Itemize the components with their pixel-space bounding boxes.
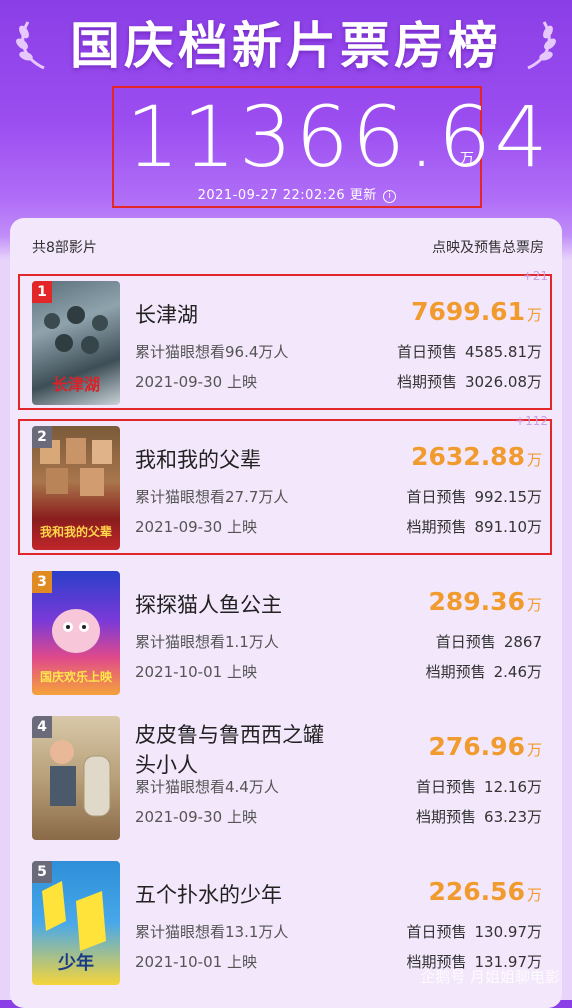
ranking-list: 共8部影片 点映及预售总票房 1 长津湖 长津湖 累计猫眼想看96.4万人 20… bbox=[10, 218, 562, 1008]
update-label: 更新 bbox=[349, 188, 377, 203]
poster-title: 我和我的父辈 bbox=[39, 525, 112, 539]
poster: 1 长津湖 bbox=[32, 281, 120, 405]
delta-badge: +112 bbox=[515, 414, 548, 428]
list-item[interactable]: 4 皮皮鲁与鲁西西之罐头小人 累计猫眼想看4.4万人 2021-09-30 上映… bbox=[10, 716, 562, 861]
poster: 2 我和我的父辈 bbox=[32, 426, 120, 550]
list-item[interactable]: 3 国庆欢乐上映 探探猫人鱼公主 累计猫眼想看1.1万人 2021-10-01 … bbox=[10, 571, 562, 716]
rank-badge: 2 bbox=[32, 426, 52, 448]
movie-count: 共8部影片 bbox=[32, 240, 97, 256]
movie-title[interactable]: 五个扑水的少年 bbox=[135, 879, 282, 909]
poster: 4 bbox=[32, 716, 120, 840]
release-date: 2021-10-01 上映 bbox=[135, 663, 257, 681]
want-count: 累计猫眼想看96.4万人 bbox=[135, 343, 289, 361]
movie-title[interactable]: 长津湖 bbox=[135, 299, 198, 329]
page-title: 国庆档新片票房榜 bbox=[70, 17, 502, 75]
poster-title: 少年 bbox=[58, 953, 94, 974]
period-presale: 档期预售 3026.08万 bbox=[396, 373, 542, 391]
rank-badge: 4 bbox=[32, 716, 52, 738]
want-count: 累计猫眼想看1.1万人 bbox=[135, 633, 279, 651]
column-header: 点映及预售总票房 bbox=[432, 240, 544, 256]
movie-title[interactable]: 我和我的父辈 bbox=[135, 444, 261, 474]
total-box-office-value: 11366.64 bbox=[126, 88, 551, 186]
release-date: 2021-09-30 上映 bbox=[135, 373, 257, 391]
poster-title: 长津湖 bbox=[51, 375, 100, 394]
first-day-presale: 首日预售 130.97万 bbox=[406, 923, 542, 941]
total-box-office: 11366.64 万 2021-09-27 22:02:26 更新 i bbox=[112, 86, 548, 208]
want-count: 累计猫眼想看27.7万人 bbox=[135, 488, 289, 506]
box-office: 276.96 万 bbox=[428, 732, 543, 761]
info-icon[interactable]: i bbox=[383, 190, 397, 203]
period-presale: 档期预售 2.46万 bbox=[425, 663, 542, 681]
update-time: 2021-09-27 22:02:26 bbox=[197, 188, 346, 203]
delta-badge: +21 bbox=[522, 269, 548, 283]
first-day-presale: 首日预售 4585.81万 bbox=[396, 343, 542, 361]
movie-title[interactable]: 探探猫人鱼公主 bbox=[135, 589, 282, 619]
poster: 5 少年 bbox=[32, 861, 120, 985]
list-item[interactable]: 2 我和我的父辈 我和我的父辈 累计猫眼想看27.7万人 2021-09-30 … bbox=[10, 414, 562, 571]
release-date: 2021-09-30 上映 bbox=[135, 808, 257, 826]
box-office: 289.36 万 bbox=[428, 587, 543, 616]
want-count: 累计猫眼想看13.1万人 bbox=[135, 923, 289, 941]
poster: 3 国庆欢乐上映 bbox=[32, 571, 120, 695]
period-presale: 档期预售 891.10万 bbox=[406, 518, 542, 536]
period-presale: 档期预售 63.23万 bbox=[416, 808, 542, 826]
watermark: 企鹅号 月姐姐聊电影 bbox=[420, 968, 560, 986]
laurel-icon bbox=[527, 21, 556, 70]
box-office: 226.56 万 bbox=[428, 877, 543, 906]
total-unit: 万 bbox=[460, 151, 474, 167]
list-item[interactable]: 1 长津湖 长津湖 累计猫眼想看96.4万人 2021-09-30 上映 +21… bbox=[10, 269, 562, 426]
poster-title: 国庆欢乐上映 bbox=[39, 670, 112, 684]
rank-badge: 5 bbox=[32, 861, 52, 883]
rank-badge: 1 bbox=[32, 281, 52, 303]
rank-badge: 3 bbox=[32, 571, 52, 593]
box-office: 7699.61 万 bbox=[411, 297, 542, 326]
update-row: 2021-09-27 22:02:26 更新 i bbox=[114, 184, 480, 203]
first-day-presale: 首日预售 992.15万 bbox=[406, 488, 542, 506]
release-date: 2021-09-30 上映 bbox=[135, 518, 257, 536]
box-office: 2632.88 万 bbox=[411, 442, 542, 471]
first-day-presale: 首日预售 2867 bbox=[435, 633, 542, 651]
release-date: 2021-10-01 上映 bbox=[135, 953, 257, 971]
movie-title[interactable]: 皮皮鲁与鲁西西之罐头小人 bbox=[135, 720, 335, 780]
first-day-presale: 首日预售 12.16万 bbox=[416, 778, 542, 796]
want-count: 累计猫眼想看4.4万人 bbox=[135, 778, 279, 796]
header: 国庆档新片票房榜 11366.64 万 2021-09-27 22:02:26 … bbox=[0, 0, 572, 230]
